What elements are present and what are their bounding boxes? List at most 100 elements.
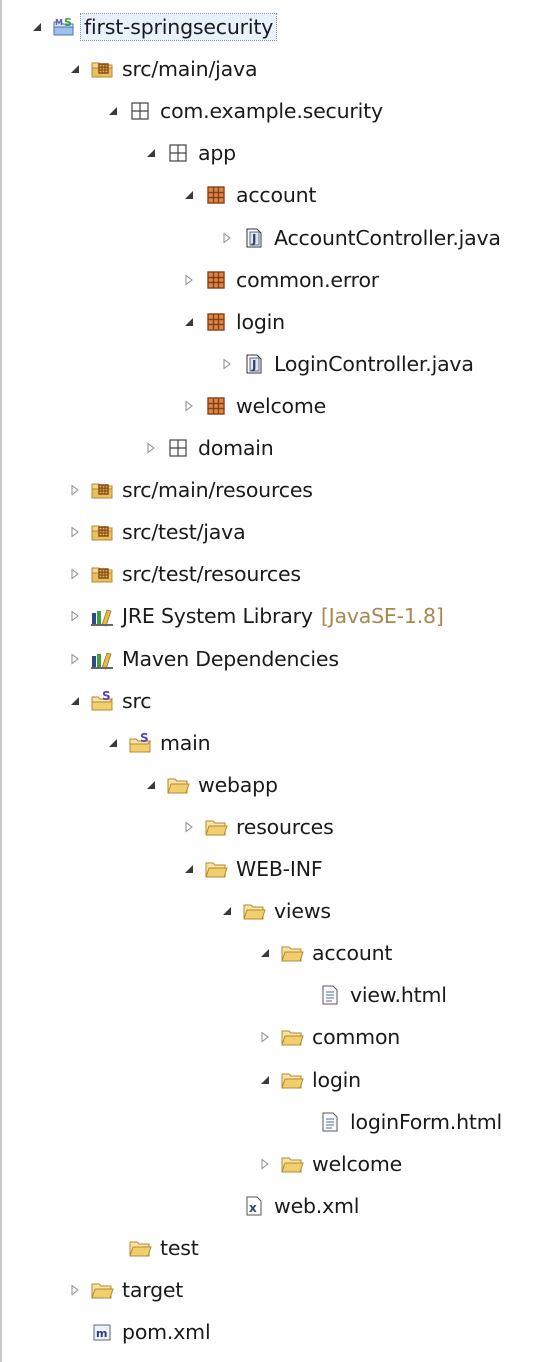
tree-item[interactable]: resources bbox=[0, 807, 555, 847]
tree-item[interactable]: test bbox=[0, 1228, 555, 1268]
tree-item-label: pom.xml bbox=[122, 1320, 211, 1345]
tree-item-label: LoginController.java bbox=[274, 351, 474, 376]
tree-item[interactable]: welcome bbox=[0, 386, 555, 426]
tree-item[interactable]: src/main/resources bbox=[0, 470, 555, 510]
tree-item-label: Maven Dependencies bbox=[122, 646, 339, 671]
collapsed-twisty-icon[interactable] bbox=[178, 386, 200, 426]
collapsed-twisty-icon[interactable] bbox=[64, 512, 86, 552]
tree-item-label: login bbox=[236, 309, 285, 334]
tree-item[interactable]: login bbox=[0, 302, 555, 342]
expanded-twisty-icon[interactable] bbox=[254, 933, 276, 973]
tree-item[interactable]: Maven Dependencies bbox=[0, 639, 555, 679]
tree-item[interactable]: Ssrc bbox=[0, 681, 555, 721]
svg-text:S: S bbox=[140, 731, 149, 745]
collapsed-twisty-icon[interactable] bbox=[254, 1017, 276, 1057]
tree-item-label: src/main/java bbox=[122, 57, 258, 82]
expanded-twisty-icon[interactable] bbox=[26, 7, 48, 47]
tree-item[interactable]: src/test/resources bbox=[0, 554, 555, 594]
expanded-twisty-icon[interactable] bbox=[216, 891, 238, 931]
tree-item[interactable]: src/test/java bbox=[0, 512, 555, 552]
tree-item[interactable]: x web.xml bbox=[0, 1186, 555, 1226]
collapsed-twisty-icon[interactable] bbox=[216, 218, 238, 258]
collapsed-twisty-icon[interactable] bbox=[178, 260, 200, 300]
svg-text:M: M bbox=[55, 18, 63, 27]
tree-item-label: account bbox=[236, 183, 317, 208]
tree-item[interactable]: m pom.xml bbox=[0, 1312, 555, 1352]
tree-item[interactable]: login bbox=[0, 1060, 555, 1100]
tree-item[interactable]: webapp bbox=[0, 765, 555, 805]
tree-item-decoration: [JavaSE-1.8] bbox=[320, 604, 444, 629]
tree-item[interactable]: com.example.security bbox=[0, 91, 555, 131]
collapsed-twisty-icon[interactable] bbox=[178, 807, 200, 847]
tree-item[interactable]: common bbox=[0, 1017, 555, 1057]
empty-package-icon bbox=[166, 141, 190, 165]
tree-item-label: src bbox=[122, 688, 152, 713]
collapsed-twisty-icon[interactable] bbox=[254, 1144, 276, 1184]
tree-item[interactable]: view.html bbox=[0, 975, 555, 1015]
source-folder-icon bbox=[90, 478, 114, 502]
expanded-twisty-icon[interactable] bbox=[64, 681, 86, 721]
expanded-twisty-icon[interactable] bbox=[178, 302, 200, 342]
tree-item[interactable]: J AccountController.java bbox=[0, 218, 555, 258]
tree-item-label: login bbox=[312, 1067, 361, 1092]
collapsed-twisty-icon[interactable] bbox=[64, 1270, 86, 1310]
folder-icon bbox=[90, 1278, 114, 1302]
tree-item[interactable]: Smain bbox=[0, 723, 555, 763]
tree-item[interactable]: J LoginController.java bbox=[0, 344, 555, 384]
tree-item-label: app bbox=[198, 141, 236, 166]
expanded-twisty-icon[interactable] bbox=[254, 1060, 276, 1100]
tree-item-label: src/test/resources bbox=[122, 562, 301, 587]
tree-item[interactable]: JRE System Library [JavaSE-1.8] bbox=[0, 596, 555, 636]
collapsed-twisty-icon[interactable] bbox=[216, 344, 238, 384]
collapsed-twisty-icon[interactable] bbox=[64, 554, 86, 594]
maven-pom-icon: m bbox=[90, 1320, 114, 1344]
java-file-icon: J bbox=[242, 226, 266, 250]
collapsed-twisty-icon[interactable] bbox=[64, 596, 86, 636]
package-icon bbox=[204, 394, 228, 418]
tree-item[interactable]: WEB-INF bbox=[0, 849, 555, 889]
expanded-twisty-icon[interactable] bbox=[102, 723, 124, 763]
tree-item[interactable]: common.error bbox=[0, 260, 555, 300]
collapsed-twisty-icon[interactable] bbox=[140, 428, 162, 468]
tree-item[interactable]: M Sfirst-springsecurity bbox=[0, 7, 555, 47]
spring-folder-icon: S bbox=[90, 689, 114, 713]
tree-item[interactable]: loginForm.html bbox=[0, 1102, 555, 1142]
tree-item-label: main bbox=[160, 730, 211, 755]
tree-item-label: src/main/resources bbox=[122, 478, 313, 503]
tree-item-label: JRE System Library bbox=[122, 604, 313, 629]
package-icon bbox=[204, 183, 228, 207]
expanded-twisty-icon[interactable] bbox=[140, 133, 162, 173]
tree-item[interactable]: account bbox=[0, 933, 555, 973]
tree-item-label: target bbox=[122, 1278, 184, 1302]
expanded-twisty-icon[interactable] bbox=[140, 765, 162, 805]
tree-item[interactable]: views bbox=[0, 891, 555, 931]
expanded-twisty-icon[interactable] bbox=[64, 49, 86, 89]
tree-item[interactable]: target bbox=[0, 1270, 555, 1310]
expanded-twisty-icon[interactable] bbox=[178, 175, 200, 215]
expanded-twisty-icon[interactable] bbox=[102, 91, 124, 131]
tree-item-label: resources bbox=[236, 814, 334, 839]
folder-icon bbox=[280, 1025, 304, 1049]
package-icon bbox=[204, 310, 228, 334]
svg-text:J: J bbox=[251, 232, 256, 246]
tree-item[interactable]: src/main/java bbox=[0, 49, 555, 89]
tree-item-label: welcome bbox=[312, 1151, 403, 1176]
tree-item-label: loginForm.html bbox=[350, 1109, 502, 1134]
tree-item-label: common.error bbox=[236, 267, 380, 292]
tree-item[interactable]: account bbox=[0, 175, 555, 215]
collapsed-twisty-icon[interactable] bbox=[64, 639, 86, 679]
tree-item[interactable]: domain bbox=[0, 428, 555, 468]
tree-item[interactable]: app bbox=[0, 133, 555, 173]
library-icon bbox=[90, 604, 114, 628]
collapsed-twisty-icon[interactable] bbox=[64, 470, 86, 510]
svg-text:J: J bbox=[251, 358, 256, 372]
expanded-twisty-icon[interactable] bbox=[178, 849, 200, 889]
spring-folder-icon: S bbox=[128, 731, 152, 755]
tree-item[interactable]: welcome bbox=[0, 1144, 555, 1184]
html-file-icon bbox=[318, 983, 342, 1007]
svg-text:x: x bbox=[249, 1201, 257, 1215]
